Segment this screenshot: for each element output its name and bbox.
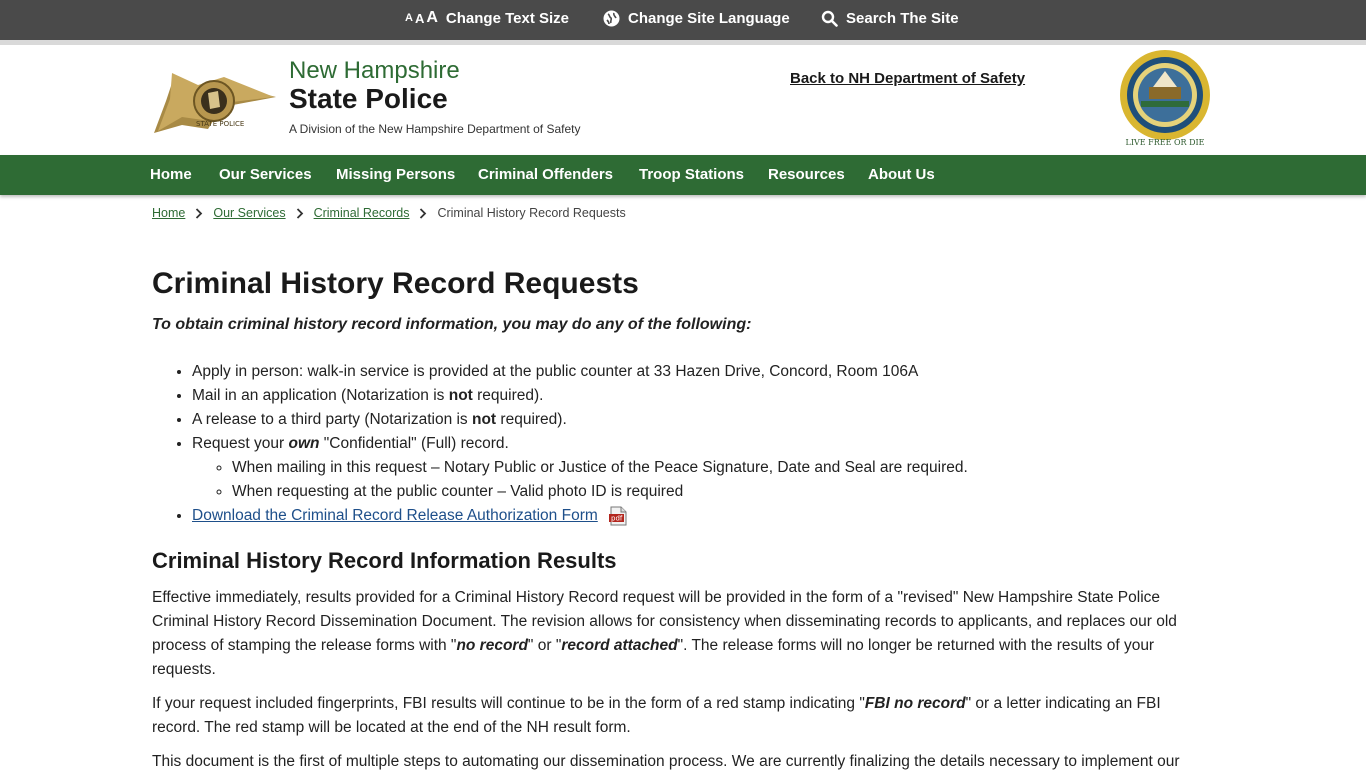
brand-agency-name[interactable]: State Police: [289, 83, 448, 115]
list-item-text: Apply in person: walk-in service is prov…: [192, 363, 919, 380]
list-item-text: required).: [472, 387, 544, 404]
results-paragraph-2: If your request included fingerprints, F…: [152, 692, 1212, 740]
list-item-text: Mail in an application (Notarization is: [192, 387, 449, 404]
list-item: Download the Criminal Record Release Aut…: [192, 504, 1212, 528]
list-item-text: A release to a third party (Notarization…: [192, 411, 472, 428]
page-title: Criminal History Record Requests: [152, 267, 639, 300]
list-item-text: "Confidential" (Full) record.: [319, 435, 509, 452]
paragraph-text: If your request included fingerprints, F…: [152, 695, 865, 712]
list-item: Request your own "Confidential" (Full) r…: [192, 432, 1212, 504]
nav-criminal-offenders[interactable]: Criminal Offenders: [478, 155, 613, 195]
search-site-label: Search The Site: [846, 9, 959, 27]
main-content: Criminal History Record Requests To obta…: [152, 264, 1212, 774]
pdf-icon[interactable]: pdf: [608, 506, 628, 526]
change-language-button[interactable]: Change Site Language: [603, 0, 790, 36]
results-heading: Criminal History Record Information Resu…: [152, 548, 617, 573]
state-police-badge-logo[interactable]: STATE POLICE: [152, 63, 276, 135]
breadcrumb-current: Criminal History Record Requests: [437, 206, 626, 220]
breadcrumb-our-services[interactable]: Our Services: [213, 206, 285, 220]
chevron-right-icon: [296, 207, 304, 219]
sub-list-item-text: When requesting at the public counter – …: [232, 483, 684, 500]
breadcrumb: Home Our Services Criminal Records Crimi…: [152, 205, 626, 221]
change-text-size-label: Change Text Size: [445, 9, 569, 27]
utility-bar: A A A Change Text Size Change Site Langu…: [0, 0, 1366, 40]
download-release-form-link[interactable]: Download the Criminal Record Release Aut…: [192, 507, 598, 524]
chevron-right-icon: [195, 207, 203, 219]
badge-text: STATE POLICE: [196, 120, 244, 128]
nav-our-services[interactable]: Our Services: [219, 155, 312, 195]
nh-state-seal: LIVE FREE OR DIE: [1120, 50, 1210, 147]
text-size-icon: A A A: [405, 9, 438, 26]
nav-troop-stations[interactable]: Troop Stations: [639, 155, 744, 195]
results-paragraph-1: Effective immediately, results provided …: [152, 586, 1212, 682]
breadcrumb-home[interactable]: Home: [152, 206, 185, 220]
paragraph-text: " or ": [527, 637, 562, 654]
search-site-button[interactable]: Search The Site: [821, 0, 959, 36]
nav-resources[interactable]: Resources: [768, 155, 845, 195]
sub-list-item: When mailing in this request – Notary Pu…: [232, 456, 1212, 480]
emphasis-own: own: [288, 435, 320, 452]
intro-text: To obtain criminal history record inform…: [152, 316, 752, 333]
emphasis-not: not: [448, 387, 473, 404]
emphasis-no-record: no record: [456, 637, 528, 654]
back-to-dos-link[interactable]: Back to NH Department of Safety: [790, 70, 1025, 87]
emphasis-not: not: [472, 411, 497, 428]
sub-list-item: When requesting at the public counter – …: [232, 480, 1212, 504]
emphasis-fbi-no-record: FBI no record: [864, 695, 966, 712]
site-header: STATE POLICE New Hampshire State Police …: [0, 45, 1366, 155]
breadcrumb-criminal-records[interactable]: Criminal Records: [314, 206, 410, 220]
list-item: A release to a third party (Notarization…: [192, 408, 1212, 432]
sub-list-item-text: When mailing in this request – Notary Pu…: [232, 459, 968, 476]
nav-missing-persons[interactable]: Missing Persons: [336, 155, 455, 195]
list-item: Apply in person: walk-in service is prov…: [192, 360, 1212, 384]
pdf-icon-label: pdf: [611, 514, 623, 522]
request-options-list: Apply in person: walk-in service is prov…: [152, 360, 1212, 528]
results-paragraph-3: This document is the first of multiple s…: [152, 753, 1180, 770]
list-item-text: required).: [496, 411, 567, 428]
change-language-label: Change Site Language: [628, 9, 790, 27]
nav-home[interactable]: Home: [150, 155, 192, 195]
list-item-text: Request your: [192, 435, 289, 452]
main-navigation: Home Our Services Missing Persons Crimin…: [0, 155, 1366, 195]
globe-icon: [603, 10, 620, 27]
seal-motto: LIVE FREE OR DIE: [1126, 138, 1205, 147]
search-icon: [821, 10, 838, 27]
chevron-right-icon: [419, 207, 427, 219]
nav-about-us[interactable]: About Us: [868, 155, 935, 195]
change-text-size-button[interactable]: A A A Change Text Size: [405, 0, 569, 36]
brand-state-name[interactable]: New Hampshire: [289, 57, 460, 85]
emphasis-record-attached: record attached: [561, 637, 678, 654]
brand-subtitle: A Division of the New Hampshire Departme…: [289, 122, 581, 136]
list-item: Mail in an application (Notarization is …: [192, 384, 1212, 408]
